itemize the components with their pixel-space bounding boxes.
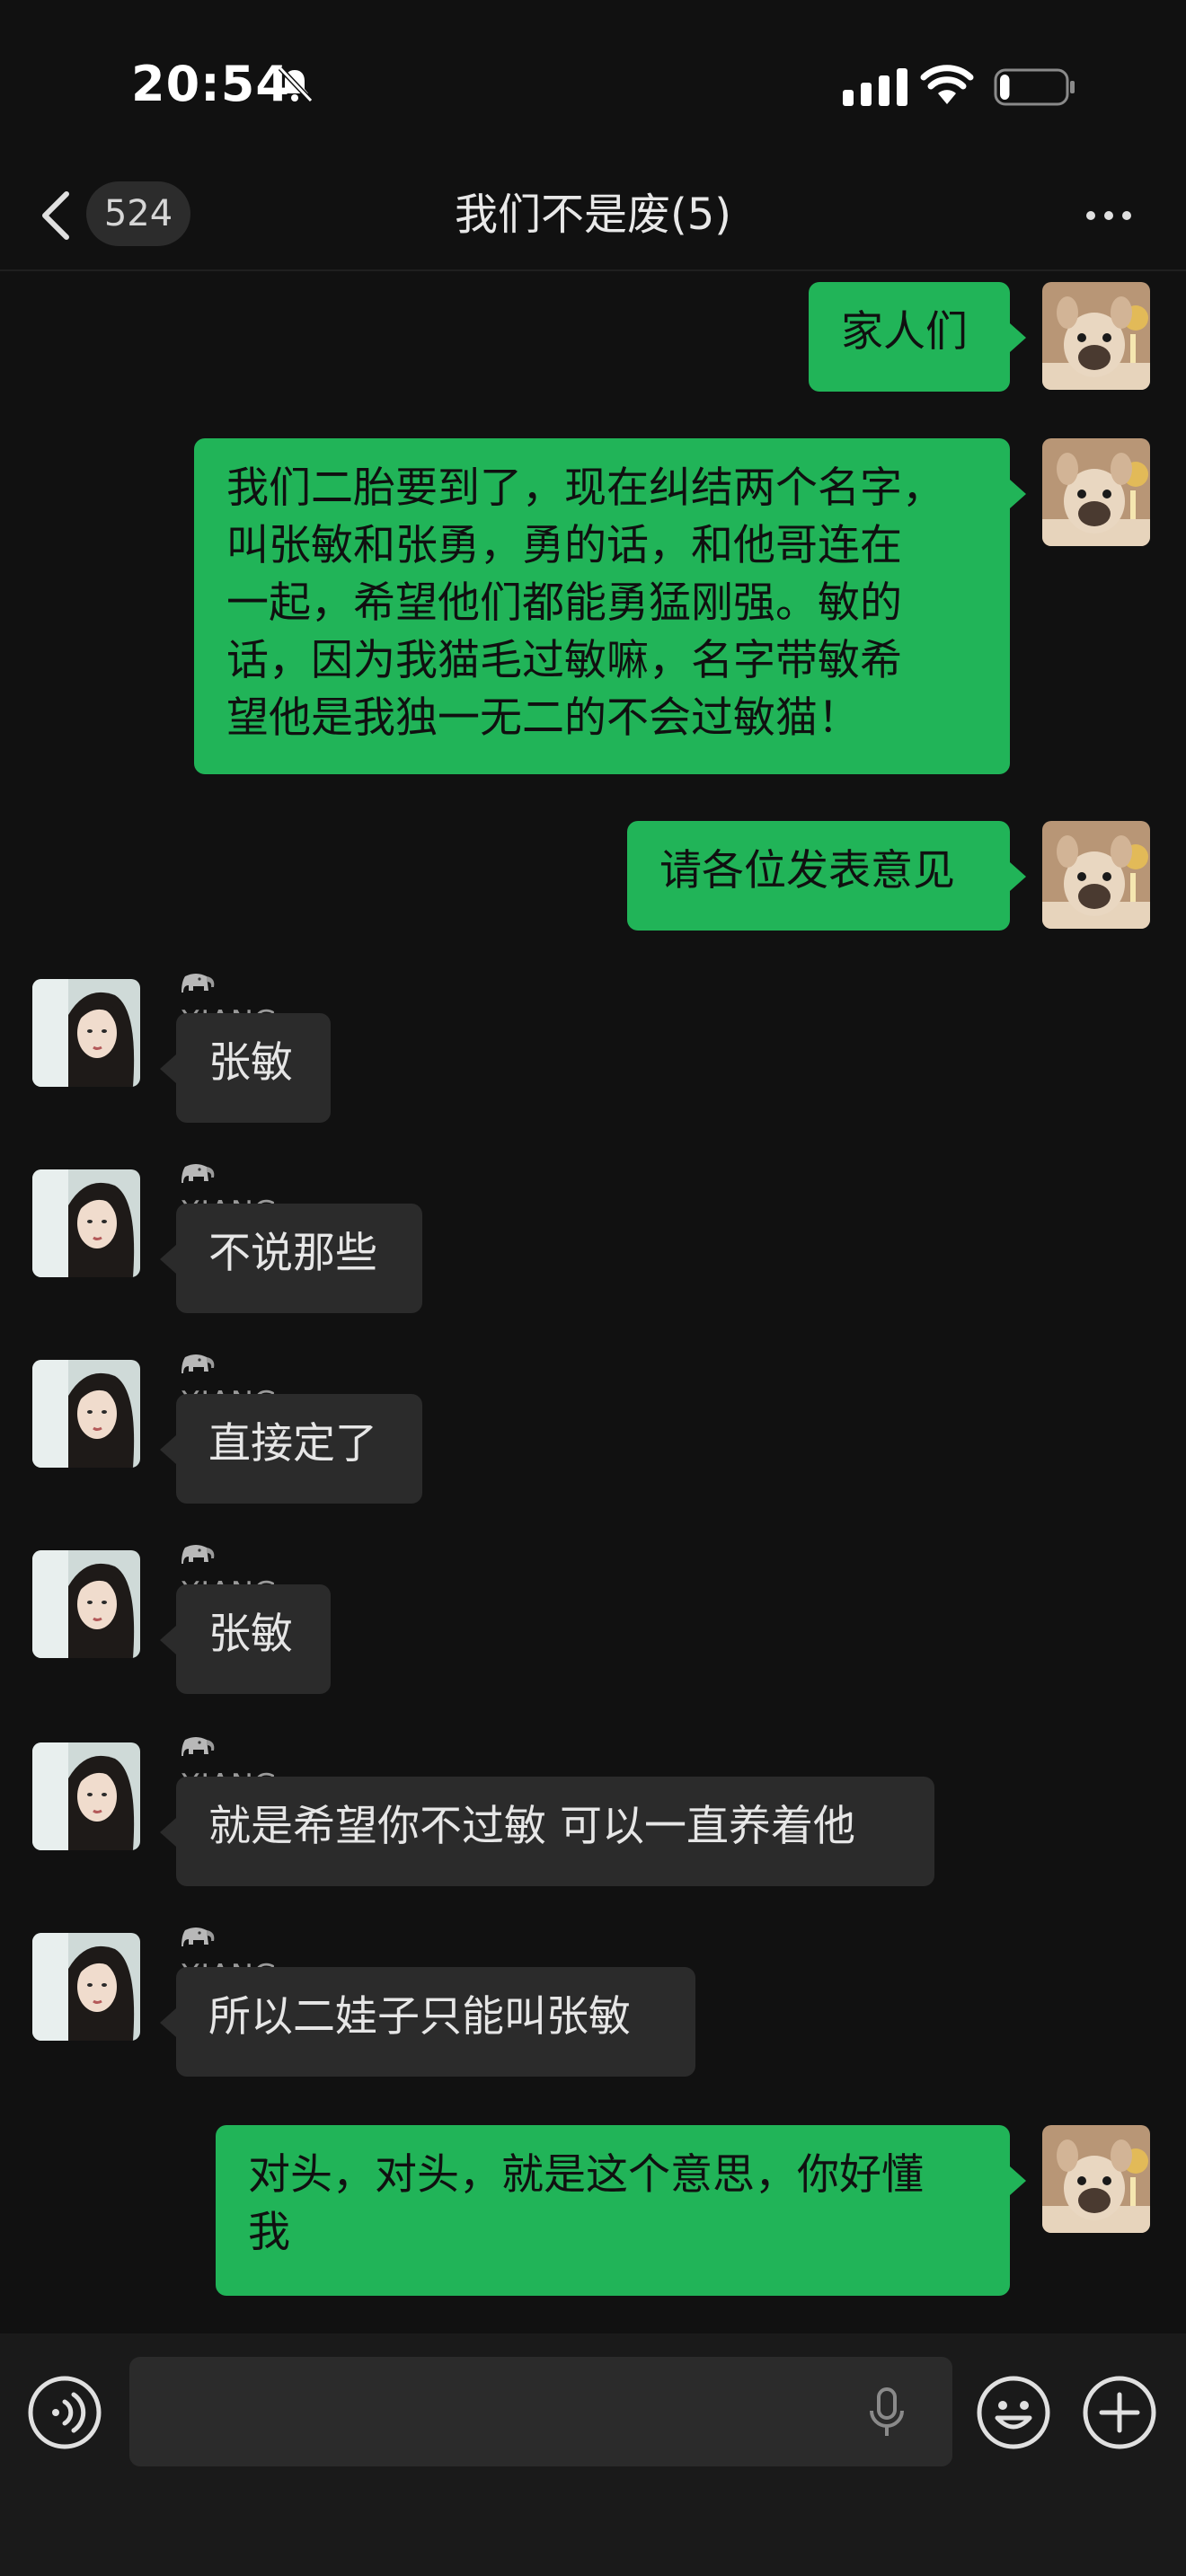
- unread-count-badge[interactable]: 524: [86, 181, 190, 246]
- avatar[interactable]: [32, 979, 140, 1087]
- bubble-tail: [160, 1054, 176, 1083]
- elephant-icon: [180, 1161, 217, 1188]
- message-input[interactable]: [129, 2357, 952, 2466]
- avatar[interactable]: [32, 1169, 140, 1277]
- message-text-line: 对头，对头，就是这个意思，你好懂: [248, 2150, 924, 2200]
- bubble-tail: [1010, 480, 1026, 508]
- chat-title: 我们不是废(5): [455, 190, 731, 240]
- message-text: 就是希望你不过敏 可以一直养着他: [208, 1802, 855, 1851]
- message-bubble[interactable]: 对头，对头，就是这个意思，你好懂 我: [216, 2125, 1010, 2296]
- bubble-tail: [160, 1435, 176, 1464]
- status-time: 20:54: [131, 56, 290, 112]
- message-bubble[interactable]: 直接定了: [176, 1394, 422, 1504]
- message-bubble[interactable]: 就是希望你不过敏 可以一直养着他: [176, 1777, 934, 1886]
- message-text: 张敏: [208, 1038, 293, 1088]
- avatar[interactable]: [32, 1550, 140, 1658]
- message-input-bar: [0, 2333, 1186, 2576]
- message-text-line: 我: [248, 2208, 290, 2257]
- elephant-icon: [180, 1352, 217, 1379]
- chevron-left-icon[interactable]: [36, 187, 77, 244]
- elephant-icon: [180, 1925, 217, 1952]
- chat-header: 524 我们不是废(5): [0, 162, 1186, 271]
- message-bubble[interactable]: 家人们: [809, 282, 1010, 392]
- battery-icon: [994, 68, 1075, 106]
- message-text-line: 一起，希望他们都能勇猛刚强。敏的: [226, 578, 902, 628]
- bubble-tail: [1010, 862, 1026, 891]
- emoji-icon[interactable]: [976, 2375, 1051, 2450]
- status-bar: 20:54: [0, 0, 1186, 162]
- elephant-icon: [180, 971, 217, 998]
- avatar[interactable]: [32, 1933, 140, 2041]
- message-bubble[interactable]: 张敏: [176, 1584, 331, 1694]
- avatar[interactable]: [1042, 282, 1150, 390]
- message-bubble[interactable]: 不说那些: [176, 1204, 422, 1313]
- message-text-line: 话，因为我猫毛过敏嘛，名字带敏希: [226, 636, 902, 685]
- avatar[interactable]: [1042, 821, 1150, 929]
- wifi-icon: [920, 65, 974, 104]
- message-text-line: 叫张敏和张勇，勇的话，和他哥连在: [226, 521, 902, 570]
- bubble-tail: [1010, 2166, 1026, 2195]
- microphone-icon[interactable]: [864, 2386, 909, 2439]
- bubble-tail: [160, 1245, 176, 1274]
- message-text: 请各位发表意见: [659, 846, 955, 895]
- message-text: 不说那些: [208, 1229, 377, 1278]
- message-text: 张敏: [208, 1610, 293, 1659]
- bubble-tail: [160, 1626, 176, 1654]
- message-text-line: 我们二胎要到了，现在纠结两个名字，: [226, 463, 944, 513]
- plus-icon[interactable]: [1082, 2375, 1157, 2450]
- avatar[interactable]: [32, 1742, 140, 1850]
- bell-off-icon: [278, 66, 314, 103]
- message-text: 所以二娃子只能叫张敏: [208, 1992, 631, 2042]
- cellular-signal-icon: [843, 68, 907, 106]
- avatar[interactable]: [1042, 2125, 1150, 2233]
- bubble-tail: [1010, 323, 1026, 352]
- bubble-tail: [160, 2008, 176, 2037]
- voice-icon[interactable]: [27, 2375, 102, 2450]
- message-text: 家人们: [841, 307, 968, 357]
- bubble-tail: [160, 1818, 176, 1847]
- message-text-line: 望他是我独一无二的不会过敏猫！: [226, 693, 860, 743]
- message-bubble[interactable]: 我们二胎要到了，现在纠结两个名字， 叫张敏和张勇，勇的话，和他哥连在 一起，希望…: [194, 438, 1010, 774]
- message-bubble[interactable]: 所以二娃子只能叫张敏: [176, 1967, 695, 2077]
- elephant-icon: [180, 1542, 217, 1569]
- more-dots-icon[interactable]: [1082, 198, 1136, 234]
- message-text: 直接定了: [208, 1419, 377, 1469]
- avatar[interactable]: [1042, 438, 1150, 546]
- message-bubble[interactable]: 请各位发表意见: [627, 821, 1010, 931]
- avatar[interactable]: [32, 1360, 140, 1468]
- message-bubble[interactable]: 张敏: [176, 1013, 331, 1123]
- elephant-icon: [180, 1734, 217, 1761]
